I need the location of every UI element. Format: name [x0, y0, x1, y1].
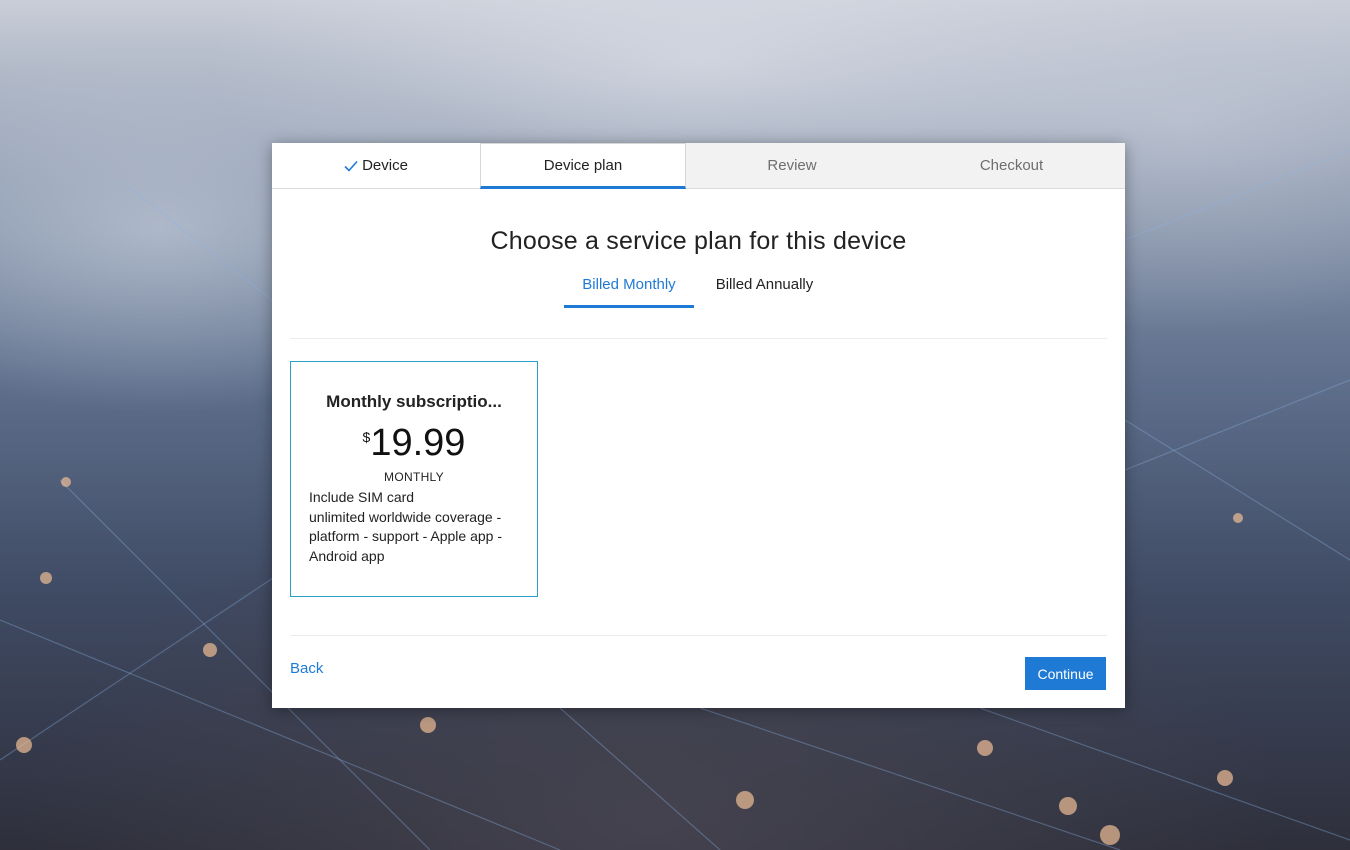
divider: [290, 635, 1107, 636]
plan-period: MONTHLY: [384, 470, 444, 484]
step-device-label: Device: [362, 157, 408, 174]
step-checkout-label: Checkout: [979, 157, 1044, 174]
plan-features: Include SIM card unlimited worldwide cov…: [309, 489, 502, 564]
step-device-plan-label: Device plan: [543, 156, 623, 174]
price-currency: $: [362, 429, 371, 445]
tab-billed-annually[interactable]: Billed Annually: [702, 276, 827, 308]
step-device-plan[interactable]: Device plan: [480, 143, 686, 189]
continue-button[interactable]: Continue: [1025, 657, 1106, 690]
step-device[interactable]: Device: [272, 143, 480, 189]
step-review[interactable]: Review: [686, 143, 898, 189]
divider: [290, 338, 1107, 339]
plan-price: $19.99: [309, 424, 519, 462]
page-title: Choose a service plan for this device: [490, 227, 907, 255]
plan-card[interactable]: Monthly subscriptio... $19.99 MONTHLY In…: [290, 361, 538, 597]
billing-tabs: Billed Monthly Billed Annually: [272, 276, 1125, 336]
back-link[interactable]: Back: [290, 660, 323, 677]
tab-billed-monthly[interactable]: Billed Monthly: [564, 276, 694, 308]
step-checkout[interactable]: Checkout: [898, 143, 1125, 189]
step-review-label: Review: [767, 157, 817, 174]
checkout-steps: Device Device plan Review Checkout: [272, 143, 1125, 189]
plan-dialog: Device Device plan Review Checkout Choos…: [272, 143, 1125, 708]
plan-name: Monthly subscriptio...: [326, 392, 502, 411]
check-icon: [344, 160, 358, 172]
price-amount: 19.99: [370, 422, 466, 464]
